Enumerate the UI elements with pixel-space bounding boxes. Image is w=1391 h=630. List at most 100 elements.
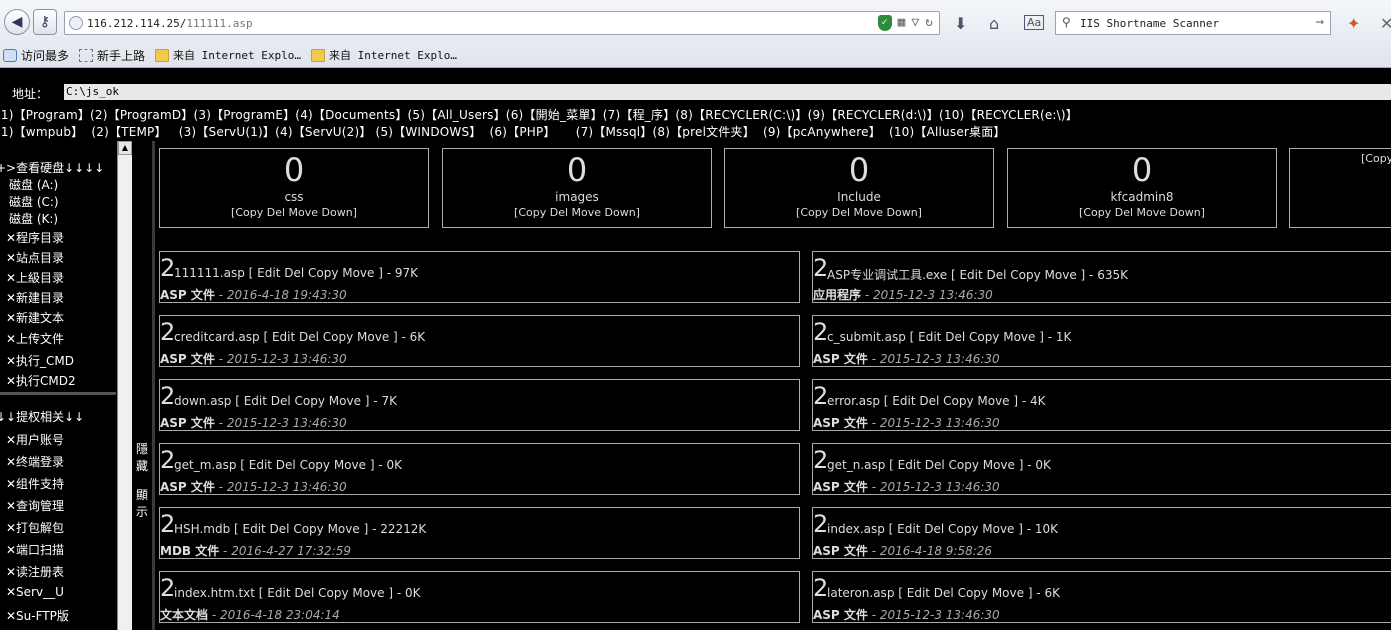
file-name[interactable]: creditcard.asp [ Edit Del Copy Move ] - …: [174, 330, 425, 344]
hide-toggle[interactable]: 隱藏: [134, 441, 150, 475]
file-name[interactable]: ASP专业调试工具.exe [ Edit Del Copy Move ] - 6…: [827, 266, 1128, 283]
file-item[interactable]: 2 index.htm.txt [ Edit Del Copy Move ] -…: [159, 571, 800, 623]
file-item[interactable]: 2 ASP专业调试工具.exe [ Edit Del Copy Move ] -…: [812, 251, 1391, 303]
sidebar-item-program-dir[interactable]: ✕程序目录: [6, 229, 64, 246]
file-icon: 2: [813, 318, 829, 346]
file-name[interactable]: get_m.asp [ Edit Del Copy Move ] - 0K: [174, 458, 402, 472]
translate-icon[interactable]: Aa: [1024, 15, 1045, 30]
sidebar-item-parent-dir[interactable]: ✕上級目录: [6, 269, 64, 286]
sidebar-item-site-dir[interactable]: ✕站点目录: [6, 249, 64, 266]
reload-icon[interactable]: ↻: [925, 15, 933, 31]
sidebar-item-port-scan[interactable]: ✕端口扫描: [6, 541, 64, 558]
file-item[interactable]: 2 creditcard.asp [ Edit Del Copy Move ] …: [159, 315, 800, 367]
sidebar-item-read-registry[interactable]: ✕读注册表: [6, 563, 64, 580]
file-name[interactable]: index.asp [ Edit Del Copy Move ] - 10K: [827, 522, 1058, 536]
file-name[interactable]: HSH.mdb [ Edit Del Copy Move ] - 22212K: [174, 522, 426, 536]
sidebar-item-serv-u[interactable]: ✕Serv__U: [6, 585, 64, 599]
file-name[interactable]: down.asp [ Edit Del Copy Move ] - 7K: [174, 394, 397, 408]
sidebar-item-view-disks[interactable]: +>查看硬盘↓↓↓↓: [0, 159, 104, 176]
url-bar[interactable]: 116.212.114.25/111111.asp ✓ ▦ ▽ ↻: [64, 11, 940, 35]
globe-icon: [69, 16, 83, 30]
back-button[interactable]: ◀: [4, 9, 30, 35]
folder-actions[interactable]: [Copy Del Move Down]: [443, 205, 711, 221]
close-icon[interactable]: ✕: [1380, 14, 1391, 33]
folder-card[interactable]: 0 css [Copy Del Move Down]: [159, 148, 429, 228]
url-host: 116.212.114.25/: [87, 16, 187, 30]
folder-name[interactable]: css: [160, 189, 428, 205]
folder-name[interactable]: kfcadmin8: [1008, 189, 1276, 205]
file-name[interactable]: 111111.asp [ Edit Del Copy Move ] - 97K: [174, 266, 418, 280]
file-name[interactable]: lateron.asp [ Edit Del Copy Move ] - 6K: [827, 586, 1060, 600]
file-icon: 2: [813, 446, 829, 474]
file-type: ASP 文件: [160, 352, 215, 366]
sidebar-item-query-manage[interactable]: ✕查询管理: [6, 497, 64, 514]
sidebar-item-disk-k[interactable]: 磁盘 (K:): [9, 210, 58, 227]
search-bar[interactable]: ⚲ IIS Shortname Scanner →: [1055, 11, 1331, 35]
addon-icon[interactable]: ✦: [1347, 14, 1360, 33]
quick-links-row-1[interactable]: (1)【Program】(2)【ProgramD】(3)【ProgramE】(4…: [0, 106, 1078, 123]
address-input[interactable]: C:\js_ok: [64, 84, 1391, 100]
file-name[interactable]: error.asp [ Edit Del Copy Move ] - 4K: [827, 394, 1046, 408]
folder-card[interactable]: 0 Include [Copy Del Move Down]: [724, 148, 994, 228]
sidebar-item-terminal-login[interactable]: ✕终端登录: [6, 453, 64, 470]
folder-name[interactable]: Include: [725, 189, 993, 205]
file-date: - 2016-4-18 23:04:14: [208, 608, 340, 622]
folder-actions[interactable]: [Copy Del Move Down]: [1008, 205, 1276, 221]
scroll-up-arrow-icon[interactable]: ▲: [118, 141, 132, 155]
sidebar-item-cmd2[interactable]: ✕执行CMD2: [6, 372, 76, 389]
folder-card[interactable]: [Copy: [1289, 148, 1391, 228]
sidebar-item-user-accounts[interactable]: ✕用户账号: [6, 431, 64, 448]
file-icon: 2: [813, 574, 829, 602]
folder-count: 0: [848, 151, 870, 189]
folder-actions[interactable]: [Copy: [1290, 151, 1391, 167]
sidebar-item-disk-a[interactable]: 磁盘 (A:): [9, 176, 58, 193]
bookmark-getting-started[interactable]: 新手上路: [79, 47, 145, 64]
quick-links-row-2[interactable]: (1)【wmpub】 (2)【TEMP】 (3)【ServU(1)】(4)【Se…: [0, 123, 1006, 140]
file-icon: 2: [813, 510, 829, 538]
file-date: - 2015-12-3 13:46:30: [867, 416, 1000, 430]
shield-icon[interactable]: ✓: [877, 15, 892, 31]
sidebar-item-disk-c[interactable]: 磁盘 (C:): [9, 193, 59, 210]
search-go-icon[interactable]: →: [1316, 14, 1324, 30]
sidebar-item-pack-unpack[interactable]: ✕打包解包: [6, 519, 64, 536]
sidebar-item-components[interactable]: ✕组件支持: [6, 475, 64, 492]
file-date: - 2015-12-3 13:46:30: [867, 352, 1000, 366]
file-item[interactable]: 2 error.asp [ Edit Del Copy Move ] - 4K …: [812, 379, 1391, 431]
dropdown-icon[interactable]: ▽: [911, 15, 919, 31]
file-item[interactable]: 2 HSH.mdb [ Edit Del Copy Move ] - 22212…: [159, 507, 800, 559]
qr-code-icon[interactable]: ▦: [898, 15, 906, 31]
sidebar-item-su-ftp[interactable]: ✕Su-FTP版: [6, 607, 69, 624]
file-item[interactable]: 2 down.asp [ Edit Del Copy Move ] - 7K A…: [159, 379, 800, 431]
folder-name[interactable]: images: [443, 189, 711, 205]
file-icon: 2: [160, 382, 176, 410]
sidebar-item-new-text[interactable]: ✕新建文本: [6, 309, 64, 326]
file-name[interactable]: index.htm.txt [ Edit Del Copy Move ] - 0…: [174, 586, 421, 600]
show-toggle[interactable]: 顯示: [134, 487, 150, 521]
folder-card[interactable]: 0 kfcadmin8 [Copy Del Move Down]: [1007, 148, 1277, 228]
file-type: ASP 文件: [813, 480, 868, 494]
folder-actions[interactable]: [Copy Del Move Down]: [160, 205, 428, 221]
bookmark-most-visited[interactable]: 访问最多: [3, 47, 69, 64]
file-name[interactable]: get_n.asp [ Edit Del Copy Move ] - 0K: [827, 458, 1051, 472]
identity-key-icon[interactable]: ⚷: [33, 9, 57, 35]
file-item[interactable]: 2 lateron.asp [ Edit Del Copy Move ] - 6…: [812, 571, 1391, 623]
bookmark-folder-ie-2[interactable]: 来自 Internet Explo…: [311, 47, 457, 63]
file-item[interactable]: 2 c_submit.asp [ Edit Del Copy Move ] - …: [812, 315, 1391, 367]
file-icon: 2: [160, 446, 176, 474]
file-item[interactable]: 2 get_n.asp [ Edit Del Copy Move ] - 0K …: [812, 443, 1391, 495]
file-name[interactable]: c_submit.asp [ Edit Del Copy Move ] - 1K: [827, 330, 1071, 344]
folder-actions[interactable]: [Copy Del Move Down]: [725, 205, 993, 221]
sidebar-scrollbar[interactable]: ▲: [117, 141, 132, 630]
folder-card[interactable]: 0 images [Copy Del Move Down]: [442, 148, 712, 228]
sidebar-item-new-dir[interactable]: ✕新建目录: [6, 289, 64, 306]
download-icon[interactable]: ⬇: [954, 14, 967, 33]
file-item[interactable]: 2 111111.asp [ Edit Del Copy Move ] - 97…: [159, 251, 800, 303]
sidebar-section-privilege: ↓↓提权相关↓↓: [0, 410, 85, 424]
home-icon[interactable]: ⌂: [989, 14, 999, 33]
file-item[interactable]: 2 get_m.asp [ Edit Del Copy Move ] - 0K …: [159, 443, 800, 495]
sidebar-item-cmd[interactable]: ✕执行_CMD: [6, 352, 74, 369]
bookmark-folder-ie-1[interactable]: 来自 Internet Explo…: [155, 47, 301, 63]
page-icon: [79, 48, 94, 62]
file-item[interactable]: 2 index.asp [ Edit Del Copy Move ] - 10K…: [812, 507, 1391, 559]
sidebar-item-upload[interactable]: ✕上传文件: [6, 330, 64, 347]
